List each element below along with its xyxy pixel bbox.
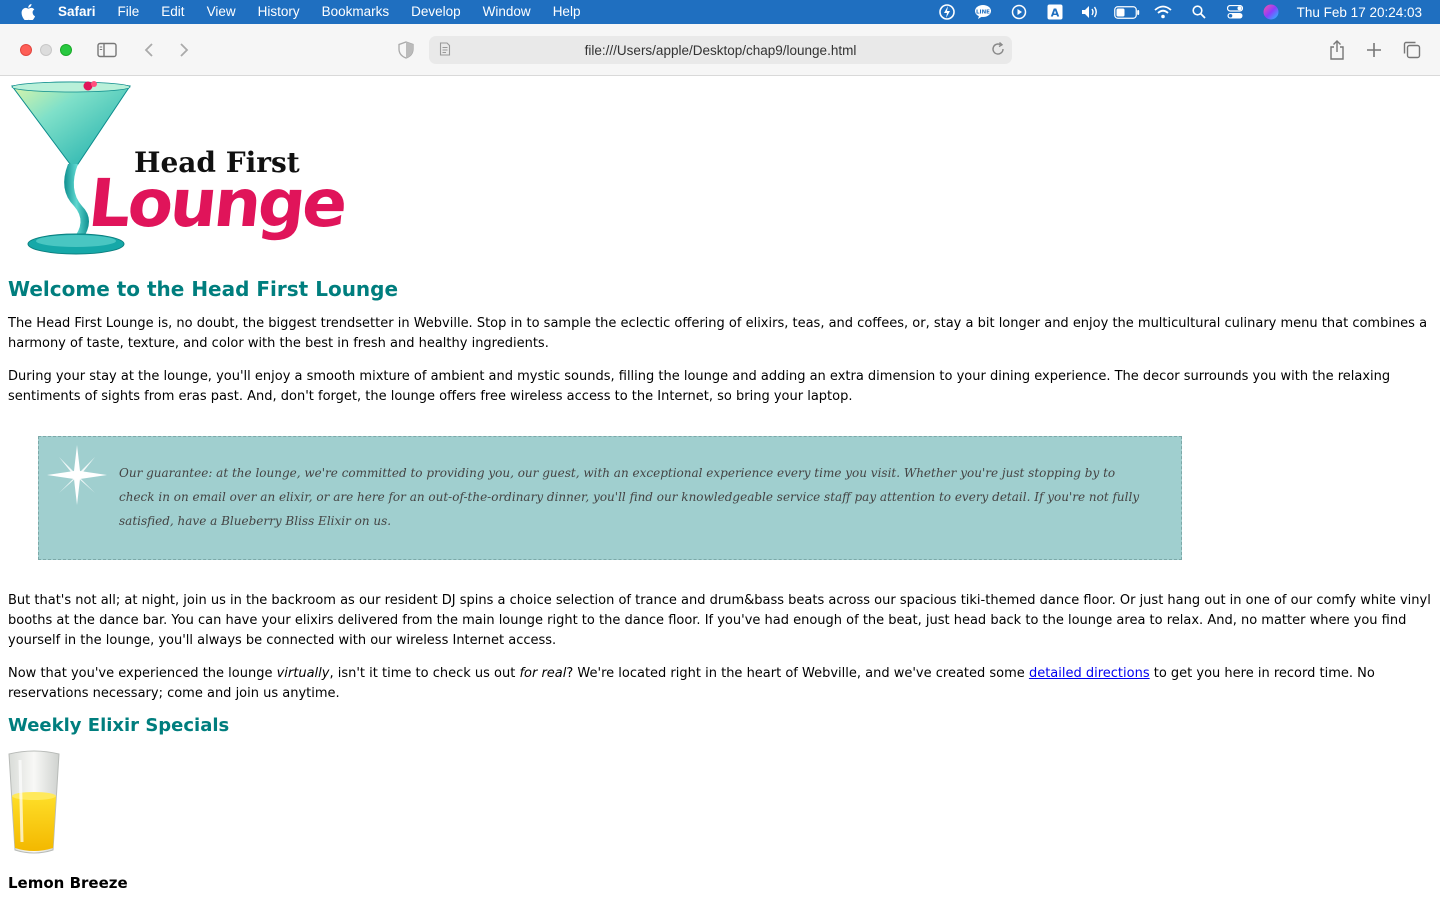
menu-develop[interactable]: Develop [400,0,472,24]
privacy-shield-icon[interactable] [394,38,418,62]
for-real-emphasis: for real [519,666,567,681]
menu-bar: Safari File Edit View History Bookmarks … [0,0,1440,24]
drink-name: Lemon Breeze [8,874,128,892]
sparkle-star-icon [45,443,109,511]
sidebar-toggle-icon[interactable] [95,38,119,62]
logo-main-text: Lounge [85,165,349,242]
close-window-button[interactable] [20,44,32,56]
directions-text-a: Now that you've experienced the lounge [8,666,277,681]
specials-heading: Weekly Elixir Specials [8,715,230,736]
line-icon[interactable]: LINE [965,0,1001,24]
menu-app-safari[interactable]: Safari [56,0,107,24]
web-page: Head First Lounge Welcome to the Head Fi… [0,77,1440,900]
zoom-window-button[interactable] [60,44,72,56]
menu-window[interactable]: Window [472,0,542,24]
directions-paragraph: Now that you've experienced the lounge v… [8,664,1432,704]
reload-icon[interactable] [990,41,1006,60]
control-center-icon[interactable] [1217,0,1253,24]
sync-icon[interactable] [929,0,965,24]
browser-toolbar: file:///Users/apple/Desktop/chap9/lounge… [0,24,1440,76]
share-icon[interactable] [1325,38,1349,62]
input-a-icon[interactable]: A [1037,0,1073,24]
nightlife-paragraph: But that's not all; at night, join us in… [8,593,1431,648]
svg-text:A: A [1050,7,1059,20]
address-bar[interactable]: file:///Users/apple/Desktop/chap9/lounge… [429,36,1012,64]
guarantee-box: Our guarantee: at the lounge, we're comm… [38,436,1182,560]
wifi-icon[interactable] [1145,0,1181,24]
menu-help[interactable]: Help [542,0,592,24]
page-icon [439,42,451,59]
ambience-paragraph: During your stay at the lounge, you'll e… [8,369,1391,404]
menu-edit[interactable]: Edit [150,0,195,24]
page-title: Welcome to the Head First Lounge [8,277,399,301]
tab-overview-icon[interactable] [1400,38,1424,62]
svg-text:LINE: LINE [976,10,990,16]
siri-icon[interactable] [1253,0,1289,24]
lemon-breeze-image [8,750,60,856]
directions-text-c: ? We're located right in the heart of We… [566,666,1029,681]
menu-history[interactable]: History [247,0,311,24]
minimize-window-button[interactable] [40,44,52,56]
search-icon[interactable] [1181,0,1217,24]
menu-view[interactable]: View [196,0,247,24]
play-icon[interactable] [1001,0,1037,24]
volume-icon[interactable] [1073,0,1109,24]
menu-file[interactable]: File [107,0,151,24]
lounge-logo: Head First Lounge [8,80,358,258]
virtually-emphasis: virtually [276,666,330,681]
back-icon[interactable] [137,38,161,62]
apple-icon[interactable] [0,4,56,20]
detailed-directions-link[interactable]: detailed directions [1029,666,1150,681]
guarantee-text: Our guarantee: at the lounge, we're comm… [119,466,1140,528]
address-url: file:///Users/apple/Desktop/chap9/lounge… [584,42,857,58]
battery-icon[interactable] [1109,0,1145,24]
directions-text-b: , isn't it time to check us out [329,666,520,681]
forward-icon[interactable] [172,38,196,62]
menu-bookmarks[interactable]: Bookmarks [311,0,401,24]
new-tab-icon[interactable] [1362,38,1386,62]
intro-paragraph: The Head First Lounge is, no doubt, the … [8,316,1428,351]
menu-bar-clock[interactable]: Thu Feb 17 20:24:03 [1297,5,1422,20]
